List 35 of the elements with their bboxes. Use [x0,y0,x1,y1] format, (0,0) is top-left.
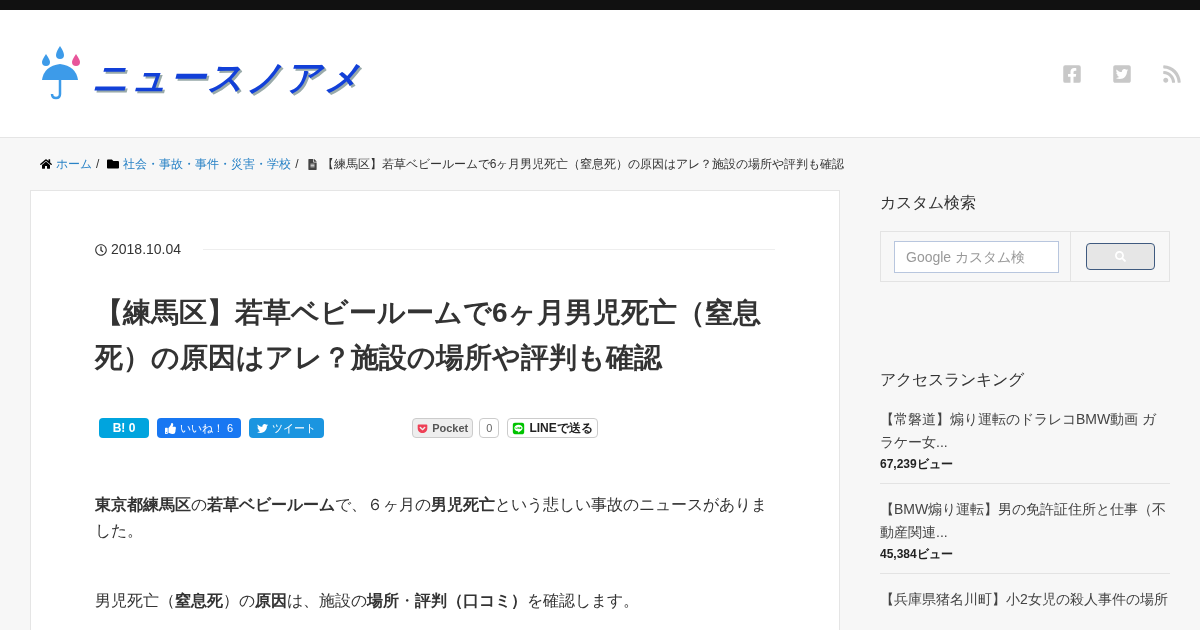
breadcrumb-current: 【練馬区】若草ベビールームで6ヶ月男児死亡（窒息死）の原因はアレ？施設の場所や評判も確認 [321,156,845,173]
thumbs-up-icon [165,422,176,434]
like-button[interactable]: いいね！ 6 [157,418,242,438]
bird-icon [257,422,269,434]
clock-icon [95,243,107,256]
ranking-link[interactable]: 【BMW煽り運転】男の免許証住所と仕事（不動産関連... [880,498,1170,544]
breadcrumb-separator: / [96,156,100,173]
line-icon [512,421,526,435]
ranking-link[interactable]: 【兵庫県猪名川町】小2女児の殺人事件の場所 [880,588,1170,611]
widget-title: カスタム検索 [880,193,977,213]
view-count: 45,384ビュー [880,546,954,563]
pocket-count: 0 [479,418,500,438]
article-paragraph: 男児死亡（窒息死）の原因は、施設の場所・評判（口コミ）を確認します。 [95,591,640,611]
article-title: 【練馬区】若草ベビールームで6ヶ月男児死亡（窒息死）の原因はアレ？施設の場所や評判も確認 [95,296,762,375]
widget-title: アクセスランキング [880,370,1025,390]
site-logo[interactable]: ニュースノアメ [38,45,363,100]
breadcrumb-link[interactable]: ホーム [56,155,92,173]
article-paragraph: 東京都練馬区の若草ベビールームで、６ヶ月の男児死亡という悲しい事故のニュースがありました。 [95,495,768,541]
facebook-icon[interactable] [1062,63,1082,84]
post-date: 2018.10.04 [111,240,182,259]
twitter-icon[interactable] [1112,63,1132,84]
breadcrumb-link[interactable]: 社会・事故・事件・災害・学校 [123,155,292,173]
view-count: 67,239ビュー [880,456,954,473]
document-icon [306,158,318,170]
breadcrumb-separator: / [295,156,299,173]
search-field[interactable]: Google カスタム検 [894,240,1059,273]
line-button[interactable]: LINEで送る [507,418,598,438]
search-button[interactable] [1086,243,1155,270]
ranking-link[interactable]: 【常磐道】煽り運転のドラレコBMW動画 ガラケー女... [880,408,1170,454]
pocket-button[interactable]: Pocket [412,418,474,438]
pocket-icon [417,422,429,434]
home-icon [40,158,52,170]
rss-icon[interactable] [1162,63,1182,84]
search-icon [1115,251,1126,262]
folder-icon [107,158,120,170]
